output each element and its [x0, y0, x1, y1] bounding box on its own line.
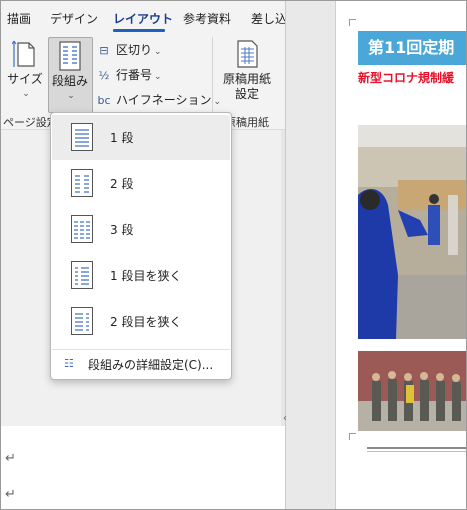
columns-settings-icon: ☷ [64, 357, 74, 370]
paragraph-mark: ↵ [5, 451, 16, 466]
split-handle-icon[interactable]: ‹ [283, 413, 287, 424]
tab-layout[interactable]: レイアウト [113, 10, 173, 27]
chevron-down-icon: ⌄ [154, 72, 162, 82]
paragraph-mark: ↵ [5, 487, 16, 502]
page-rule [367, 447, 466, 449]
columns-label: 段組み [51, 74, 88, 88]
menu-item-label: 1 段目を狭く [110, 269, 182, 283]
size-button[interactable]: サイズ ⌄ [5, 39, 45, 102]
line-numbers-label: 行番号 [116, 68, 153, 82]
tab-draw[interactable]: 描画 [7, 10, 31, 27]
menu-item-column-details[interactable]: ☷ 段組みの詳細設定(C)... [52, 351, 230, 377]
document-title: 第11回定期 [358, 31, 466, 65]
line-numbers-icon: ½ [98, 69, 110, 82]
chevron-down-icon: ⌄ [22, 89, 30, 99]
active-tab-indicator [113, 29, 165, 32]
page-size-icon [11, 40, 35, 67]
breaks-button[interactable]: ⊟ 区切り ⌄ [95, 41, 162, 59]
menu-item-label: 2 段 [110, 177, 134, 191]
crop-mark [349, 19, 356, 26]
group-separator [212, 37, 213, 121]
genko-label-2: 設定 [234, 87, 259, 101]
document-subtitle: 新型コロナ規制緩 [358, 71, 455, 85]
tab-mailings[interactable]: 差し込 [251, 10, 287, 27]
breaks-label: 区切り [116, 43, 153, 57]
page-rule [367, 451, 466, 452]
menu-item-left-narrow[interactable]: 1 段目を狭く [52, 253, 230, 298]
hyphenation-icon: bc [97, 94, 111, 107]
genko-label-1: 原稿用紙 [222, 72, 271, 86]
menu-item-right-narrow[interactable]: 2 段目を狭く [52, 299, 230, 344]
columns-icon [59, 41, 81, 71]
breaks-icon: ⊟ [99, 44, 109, 57]
menu-item-label: 段組みの詳細設定(C)... [88, 358, 214, 372]
ribbon-tab-bar: 描画 デザイン レイアウト 参考資料 差し込 [1, 1, 287, 33]
pane-divider[interactable] [285, 1, 336, 509]
menu-separator [52, 349, 230, 350]
menu-item-two-columns[interactable]: 2 段 [52, 161, 230, 206]
hyphenation-button[interactable]: bc ハイフネーション ⌄ [95, 91, 221, 109]
columns-dropdown-menu: 1 段 2 段 3 段 1 段目を狭く 2 段目を狭く ☷ 段組みの詳細設定(C… [50, 112, 232, 380]
one-column-icon [71, 123, 93, 151]
tab-references[interactable]: 参考資料 [183, 10, 231, 27]
group-photo [358, 351, 466, 431]
menu-item-three-columns[interactable]: 3 段 [52, 207, 230, 252]
line-numbers-button[interactable]: ½ 行番号 ⌄ [95, 66, 162, 84]
columns-button-content: 段組み ⌄ [48, 41, 92, 104]
menu-item-label: 1 段 [110, 131, 134, 145]
menu-item-label: 2 段目を狭く [110, 315, 182, 329]
chevron-down-icon: ⌄ [67, 91, 75, 101]
genko-settings-button[interactable]: 原稿用紙 設定 [217, 39, 277, 102]
chevron-down-icon: ⌄ [154, 47, 162, 57]
crop-mark [349, 433, 356, 440]
size-label: サイズ [7, 72, 43, 86]
right-narrow-icon [71, 307, 93, 335]
window-frame: 描画 デザイン レイアウト 参考資料 差し込 サイズ ⌄ 段組み ⌄ ⊟ 区切り… [0, 0, 467, 510]
menu-item-label: 3 段 [110, 223, 134, 237]
hyphenation-label: ハイフネーション [116, 93, 212, 107]
tab-design[interactable]: デザイン [50, 10, 98, 27]
event-photo [358, 125, 466, 339]
left-narrow-icon [71, 261, 93, 289]
manuscript-paper-icon [237, 40, 258, 68]
two-columns-icon [71, 169, 93, 197]
menu-item-one-column[interactable]: 1 段 [52, 115, 230, 160]
three-columns-icon [71, 215, 93, 243]
